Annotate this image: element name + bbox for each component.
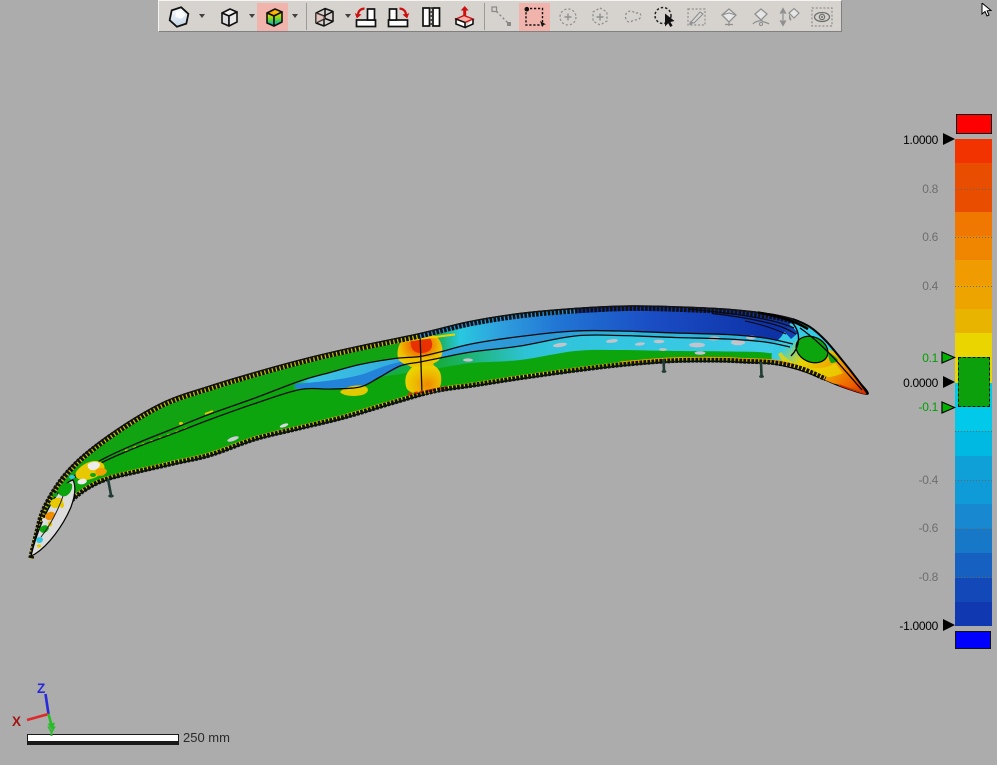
svg-text:X: X (12, 714, 21, 729)
svg-text:Y: Y (47, 724, 56, 739)
svg-text:Z: Z (37, 681, 45, 696)
